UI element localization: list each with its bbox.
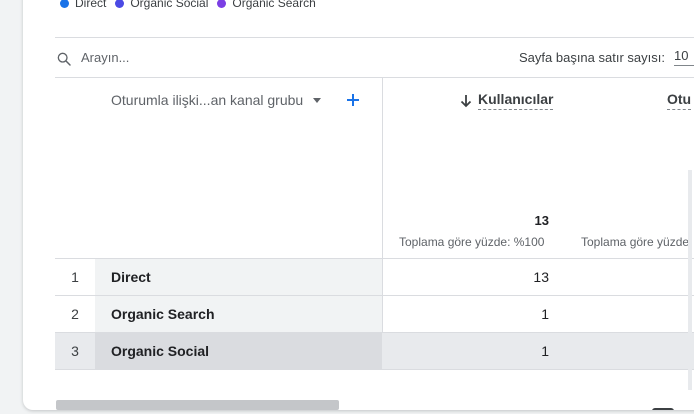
chevron-down-icon[interactable] — [313, 97, 322, 103]
rows-per-page-select[interactable]: 10 — [674, 48, 694, 66]
horizontal-scrollbar-thumb[interactable] — [56, 400, 339, 410]
divider — [55, 77, 694, 78]
legend-label: Organic Social — [130, 0, 209, 10]
legend-item-organic-social[interactable]: Organic Social — [115, 0, 208, 10]
report-card: Direct Organic Social Organic Search Ara… — [23, 0, 694, 410]
legend-dot — [115, 0, 125, 8]
legend-dot — [60, 0, 69, 8]
column-header-users[interactable]: Kullanıcılar — [460, 91, 554, 110]
row-value: 13 — [533, 269, 549, 285]
column-total-percent: Toplama göre yüzde — [581, 235, 690, 249]
search-icon[interactable] — [56, 51, 72, 67]
table-row[interactable]: 2 Organic Search 1 — [55, 295, 694, 332]
column-total-percent: Toplama göre yüzde: %100 — [399, 235, 545, 249]
row-index: 1 — [71, 269, 79, 285]
row-index: 3 — [71, 343, 79, 359]
legend-item-organic-search[interactable]: Organic Search — [217, 0, 316, 10]
row-dimension: Organic Search — [95, 296, 382, 332]
legend-item-direct[interactable]: Direct — [60, 0, 106, 10]
chart-legend: Direct Organic Social Organic Search — [60, 0, 325, 11]
legend-label: Direct — [75, 0, 107, 10]
plus-icon[interactable] — [345, 92, 361, 108]
row-index: 2 — [71, 306, 79, 322]
dimension-header[interactable]: Oturumla ilişki...an kanal grubu — [111, 92, 322, 108]
rows-per-page-label: Sayfa başına satır sayısı: — [519, 50, 665, 65]
row-value: 1 — [541, 343, 549, 359]
legend-dot — [217, 0, 227, 8]
dimension-header-label: Oturumla ilişki...an kanal grubu — [111, 92, 304, 108]
column-total: 13 — [534, 213, 549, 228]
arrow-down-icon — [460, 94, 472, 107]
vertical-scrollbar[interactable] — [688, 170, 692, 390]
row-value: 1 — [541, 306, 549, 322]
row-dimension: Organic Social — [95, 333, 382, 369]
divider — [55, 37, 694, 38]
column-header-label: Kullanıcılar — [478, 91, 554, 110]
column-header-label: Otu — [667, 91, 692, 110]
row-dimension: Direct — [95, 259, 382, 295]
search-input[interactable]: Arayın... — [81, 50, 129, 65]
table-view-icon[interactable] — [652, 408, 674, 410]
table-row[interactable]: 3 Organic Social 1 — [55, 332, 694, 370]
legend-label: Organic Search — [232, 0, 316, 10]
column-header-sessions[interactable]: Otu — [667, 91, 692, 110]
table-row[interactable]: 1 Direct 13 — [55, 258, 694, 295]
